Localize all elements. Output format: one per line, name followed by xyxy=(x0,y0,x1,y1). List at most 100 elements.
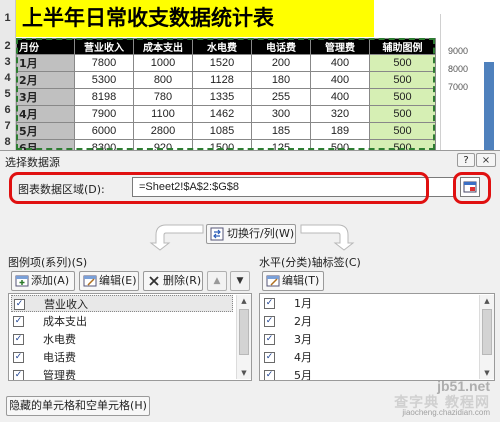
list-item-series[interactable]: ✓ 营业收入 xyxy=(11,295,233,312)
table-cell[interactable]: 1月 xyxy=(16,54,75,72)
table-cell[interactable]: 500 xyxy=(369,71,436,89)
delete-series-button[interactable]: 删除(R) xyxy=(143,271,203,291)
table-cell[interactable]: 180 xyxy=(251,71,311,89)
list-item-axis-label[interactable]: ✓ 4月 xyxy=(262,349,476,366)
help-button[interactable]: ? xyxy=(457,153,475,167)
list-item-series[interactable]: ✓ 电话费 xyxy=(11,349,233,366)
table-cell[interactable]: 320 xyxy=(310,105,370,123)
axis-labels-listbox[interactable]: ✓ 1月 ✓ 2月 ✓ 3月 ✓ 4月 ✓ 5月 ▲ ▼ xyxy=(259,293,495,381)
header-cell[interactable]: 电话费 xyxy=(251,38,311,55)
row-number[interactable]: 6 xyxy=(0,104,15,116)
axis-label-text: 1月 xyxy=(294,297,312,310)
header-cell[interactable]: 成本支出 xyxy=(133,38,193,55)
list-item-series[interactable]: ✓ 管理费 xyxy=(11,367,233,380)
header-cell-aux[interactable]: 辅助图例 xyxy=(369,38,436,55)
table-cell[interactable]: 2800 xyxy=(133,122,193,140)
collapse-dialog-icon xyxy=(463,181,477,193)
header-cell[interactable]: 月份 xyxy=(16,38,75,55)
close-button[interactable]: × xyxy=(476,153,496,167)
series-checkbox[interactable]: ✓ xyxy=(13,352,24,363)
table-cell[interactable]: 1100 xyxy=(133,105,193,123)
table-cell[interactable]: 1462 xyxy=(192,105,252,123)
table-cell[interactable]: 1520 xyxy=(192,54,252,72)
table-cell[interactable]: 5月 xyxy=(16,122,75,140)
list-item-axis-label[interactable]: ✓ 5月 xyxy=(262,367,476,380)
table-cell[interactable]: 500 xyxy=(369,105,436,123)
scroll-up-arrow-icon[interactable]: ▲ xyxy=(237,295,251,307)
scrollbar-thumb[interactable] xyxy=(239,309,249,355)
list-item-axis-label[interactable]: ✓ 1月 xyxy=(262,295,476,312)
series-checkbox[interactable]: ✓ xyxy=(13,334,24,345)
header-cell[interactable]: 管理费 xyxy=(310,38,370,55)
scroll-up-arrow-icon[interactable]: ▲ xyxy=(480,295,494,307)
table-cell[interactable]: 500 xyxy=(369,88,436,106)
list-item-series[interactable]: ✓ 成本支出 xyxy=(11,313,233,330)
move-down-button[interactable]: ▼ xyxy=(230,271,250,291)
row-number[interactable]: 1 xyxy=(0,12,15,24)
table-row: 1月 7800 1000 1520 200 400 500 xyxy=(16,54,436,72)
table-cell[interactable]: 400 xyxy=(310,54,370,72)
axis-label-checkbox[interactable]: ✓ xyxy=(264,370,275,380)
scroll-down-arrow-icon[interactable]: ▼ xyxy=(237,367,251,379)
collapse-dialog-button[interactable] xyxy=(460,177,480,197)
table-cell[interactable]: 400 xyxy=(310,88,370,106)
switch-row-column-button[interactable]: 切换行/列(W) xyxy=(206,224,296,244)
table-cell[interactable]: 6000 xyxy=(74,122,134,140)
table-cell[interactable]: 4月 xyxy=(16,105,75,123)
hidden-and-empty-cells-button[interactable]: 隐藏的单元格和空单元格(H) xyxy=(6,396,150,416)
table-cell[interactable]: 300 xyxy=(251,105,311,123)
axis-label-checkbox[interactable]: ✓ xyxy=(264,352,275,363)
axis-label-checkbox[interactable]: ✓ xyxy=(264,298,275,309)
table-cell[interactable]: 2月 xyxy=(16,71,75,89)
move-up-button[interactable]: ▲ xyxy=(207,271,227,291)
edit-series-button[interactable]: 编辑(E) xyxy=(79,271,139,291)
row-number[interactable]: 8 xyxy=(0,136,15,148)
sheet-title-cell[interactable]: 上半年日常收支数据统计表 xyxy=(16,0,374,37)
table-cell[interactable]: 185 xyxy=(251,122,311,140)
dialog-titlebar[interactable]: 选择数据源 ? × xyxy=(0,151,500,171)
table-cell[interactable]: 7800 xyxy=(74,54,134,72)
table-cell[interactable]: 200 xyxy=(251,54,311,72)
table-cell[interactable]: 7900 xyxy=(74,105,134,123)
header-cell[interactable]: 营业收入 xyxy=(74,38,134,55)
scrollbar-thumb[interactable] xyxy=(482,309,492,355)
series-checkbox[interactable]: ✓ xyxy=(13,316,24,327)
chart-data-range-input[interactable]: =Sheet2!$A$2:$G$8 xyxy=(132,177,456,197)
table-cell[interactable]: 1000 xyxy=(133,54,193,72)
row-number[interactable]: 2 xyxy=(0,40,15,52)
table-cell[interactable]: 780 xyxy=(133,88,193,106)
table-cell[interactable]: 3月 xyxy=(16,88,75,106)
list-item-axis-label[interactable]: ✓ 3月 xyxy=(262,331,476,348)
table-header-row: 月份 营业收入 成本支出 水电费 电话费 管理费 辅助图例 xyxy=(16,38,436,55)
table-cell[interactable]: 1335 xyxy=(192,88,252,106)
chart-bar[interactable] xyxy=(484,62,494,150)
series-item-label: 电话费 xyxy=(43,351,76,364)
edit-axis-labels-button[interactable]: 编辑(T) xyxy=(262,271,324,291)
list-item-series[interactable]: ✓ 水电费 xyxy=(11,331,233,348)
table-cell[interactable]: 8198 xyxy=(74,88,134,106)
series-listbox[interactable]: ✓ 营业收入 ✓ 成本支出 ✓ 水电费 ✓ 电话费 ✓ 管理费 ▲ ▼ xyxy=(8,293,252,381)
table-cell[interactable]: 500 xyxy=(369,54,436,72)
table-cell[interactable]: 5300 xyxy=(74,71,134,89)
row-number[interactable]: 4 xyxy=(0,72,15,84)
list-item-axis-label[interactable]: ✓ 2月 xyxy=(262,313,476,330)
add-series-button[interactable]: 添加(A) xyxy=(11,271,75,291)
axis-labels-scrollbar[interactable]: ▲ ▼ xyxy=(479,295,494,379)
series-checkbox[interactable]: ✓ xyxy=(14,299,25,310)
table-cell[interactable]: 400 xyxy=(310,71,370,89)
table-cell[interactable]: 255 xyxy=(251,88,311,106)
axis-label-checkbox[interactable]: ✓ xyxy=(264,316,275,327)
scroll-down-arrow-icon[interactable]: ▼ xyxy=(480,367,494,379)
series-scrollbar[interactable]: ▲ ▼ xyxy=(236,295,251,379)
series-checkbox[interactable]: ✓ xyxy=(13,370,24,380)
table-cell[interactable]: 1085 xyxy=(192,122,252,140)
table-cell[interactable]: 800 xyxy=(133,71,193,89)
table-cell[interactable]: 1128 xyxy=(192,71,252,89)
axis-label-checkbox[interactable]: ✓ xyxy=(264,334,275,345)
table-cell[interactable]: 500 xyxy=(369,122,436,140)
table-cell[interactable]: 189 xyxy=(310,122,370,140)
row-number[interactable]: 5 xyxy=(0,88,15,100)
header-cell[interactable]: 水电费 xyxy=(192,38,252,55)
row-number[interactable]: 7 xyxy=(0,120,15,132)
row-number[interactable]: 3 xyxy=(0,56,15,68)
